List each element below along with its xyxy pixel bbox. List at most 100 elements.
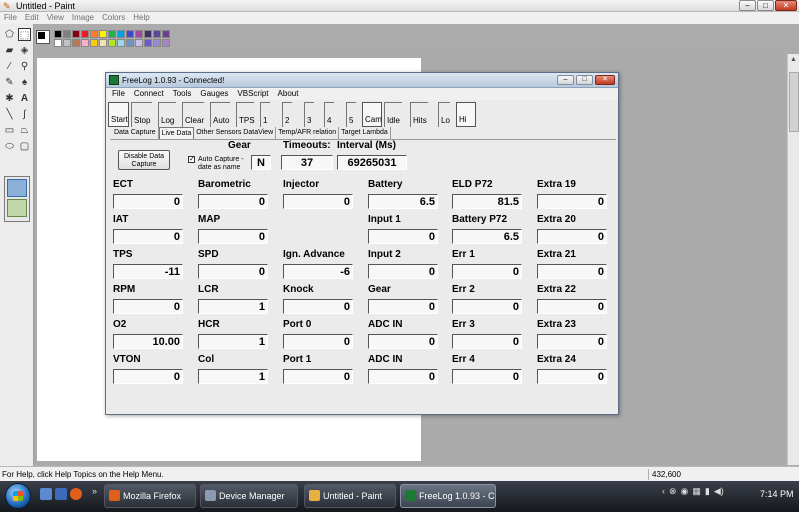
quicklaunch-more-icon[interactable]: » bbox=[92, 486, 97, 496]
swatch-turquoise[interactable] bbox=[117, 30, 125, 38]
tray-network-icon[interactable]: ▦ bbox=[692, 486, 701, 497]
slot-5-button[interactable]: 5 bbox=[346, 102, 356, 127]
swatch-slate[interactable] bbox=[144, 39, 152, 47]
tray-volume-icon[interactable]: ◀) bbox=[714, 486, 724, 497]
freelog-minimize-button[interactable]: – bbox=[557, 75, 574, 85]
tray-app-icon[interactable]: ◉ bbox=[681, 486, 689, 497]
menu-edit[interactable]: Edit bbox=[25, 12, 39, 24]
swatch-orchid[interactable] bbox=[162, 39, 170, 47]
line-icon[interactable]: ╲ bbox=[3, 108, 16, 121]
menu-help[interactable]: Help bbox=[133, 12, 149, 24]
lo-button[interactable]: Lo bbox=[438, 102, 450, 127]
transparent-option-icon[interactable] bbox=[7, 199, 27, 217]
stop-button[interactable]: Stop bbox=[131, 102, 152, 127]
fl-menu-gauges[interactable]: Gauges bbox=[200, 88, 228, 100]
switch-windows-icon[interactable] bbox=[55, 488, 67, 500]
free-select-icon[interactable]: ⬠ bbox=[3, 28, 16, 41]
freelog-close-button[interactable]: ✕ bbox=[595, 75, 615, 85]
menu-colors[interactable]: Colors bbox=[102, 12, 125, 24]
tps-button[interactable]: TPS bbox=[236, 102, 255, 127]
airbrush-icon[interactable]: ✱ bbox=[3, 92, 16, 105]
tab-temp-afr[interactable]: Temp/AFR relation bbox=[276, 127, 340, 139]
text-tool-icon[interactable]: A bbox=[18, 92, 31, 105]
swatch-indigo[interactable] bbox=[126, 30, 134, 38]
menu-file[interactable]: File bbox=[4, 12, 17, 24]
vertical-scrollbar[interactable]: ▲ bbox=[787, 54, 799, 465]
swatch-brown[interactable] bbox=[72, 39, 80, 47]
clock[interactable]: 7:14 PM bbox=[760, 489, 794, 499]
clear-button[interactable]: Clear bbox=[182, 102, 204, 127]
swatch-orange[interactable] bbox=[90, 30, 98, 38]
menu-view[interactable]: View bbox=[47, 12, 64, 24]
swatch-blue-gray[interactable] bbox=[126, 39, 134, 47]
swatch-silver[interactable] bbox=[63, 39, 71, 47]
fl-menu-connect[interactable]: Connect bbox=[134, 88, 164, 100]
swatch-yellow[interactable] bbox=[99, 30, 107, 38]
opaque-option-icon[interactable] bbox=[7, 179, 27, 197]
swatch-gold[interactable] bbox=[90, 39, 98, 47]
slot-2-button[interactable]: 2 bbox=[282, 102, 292, 127]
tab-live-data[interactable]: Live Data bbox=[158, 127, 195, 139]
tool-options[interactable] bbox=[4, 176, 30, 222]
swatch-gray[interactable] bbox=[63, 30, 71, 38]
curve-icon[interactable]: ∫ bbox=[18, 108, 31, 121]
swatch-lime[interactable] bbox=[108, 39, 116, 47]
taskbar-item[interactable]: Mozilla Firefox bbox=[104, 484, 196, 508]
fill-icon[interactable]: ◈ bbox=[18, 44, 31, 57]
eraser-icon[interactable]: ▰ bbox=[3, 44, 16, 57]
maximize-button[interactable]: □ bbox=[757, 0, 774, 11]
menu-image[interactable]: Image bbox=[72, 12, 94, 24]
hits-button[interactable]: Hits bbox=[410, 102, 428, 127]
tray-security-icon[interactable]: ⊗ bbox=[669, 486, 677, 497]
swatch-violet[interactable] bbox=[153, 30, 161, 38]
taskbar-item[interactable]: Device Manager bbox=[200, 484, 298, 508]
auto-button[interactable]: Auto bbox=[210, 102, 230, 127]
hi-button[interactable]: Hi bbox=[456, 102, 476, 127]
magnifier-icon[interactable]: ⚲ bbox=[18, 60, 31, 73]
log-button[interactable]: Log bbox=[158, 102, 176, 127]
swatch-purple[interactable] bbox=[135, 30, 143, 38]
scroll-up-icon[interactable]: ▲ bbox=[788, 54, 799, 66]
rect-select-icon[interactable]: ⬚ bbox=[18, 28, 31, 41]
polygon-icon[interactable]: ⏢ bbox=[18, 124, 31, 137]
rectangle-icon[interactable]: ▭ bbox=[3, 124, 16, 137]
taskbar-item[interactable]: FreeLog 1.0.93 - Co... bbox=[400, 484, 496, 508]
tray-expand-icon[interactable]: ‹ bbox=[662, 486, 665, 497]
start-button[interactable]: Start bbox=[108, 102, 129, 127]
minimize-button[interactable]: – bbox=[739, 0, 756, 11]
idle-button[interactable]: Idle bbox=[384, 102, 402, 127]
scroll-thumb[interactable] bbox=[789, 72, 799, 132]
swatch-green[interactable] bbox=[108, 30, 116, 38]
taskbar-item[interactable]: Untitled - Paint bbox=[304, 484, 396, 508]
fl-menu-about[interactable]: About bbox=[278, 88, 299, 100]
swatch-light-turquoise[interactable] bbox=[117, 39, 125, 47]
rounded-rect-icon[interactable]: ▢ bbox=[18, 140, 31, 153]
color-picker-icon[interactable]: ⁄ bbox=[3, 60, 16, 73]
start-button-icon[interactable] bbox=[5, 483, 31, 509]
swatch-plum[interactable] bbox=[162, 30, 170, 38]
swatch-black[interactable] bbox=[54, 30, 62, 38]
show-desktop-icon[interactable] bbox=[40, 488, 52, 500]
tab-target-lambda[interactable]: Target Lambda bbox=[339, 127, 391, 139]
close-button[interactable]: ✕ bbox=[775, 0, 797, 11]
slot-4-button[interactable]: 4 bbox=[324, 102, 334, 127]
swatch-dark-purple[interactable] bbox=[144, 30, 152, 38]
fl-menu-file[interactable]: File bbox=[112, 88, 125, 100]
swatch-white[interactable] bbox=[54, 39, 62, 47]
slot-1-button[interactable]: 1 bbox=[260, 102, 270, 127]
tab-other-sensors[interactable]: Other Sensors DataView bbox=[194, 127, 277, 139]
swatch-red[interactable] bbox=[81, 30, 89, 38]
swatch-maroon[interactable] bbox=[72, 30, 80, 38]
cam-button[interactable]: Cam bbox=[362, 102, 382, 127]
freelog-maximize-button[interactable]: □ bbox=[576, 75, 593, 85]
brush-icon[interactable]: ♠ bbox=[18, 76, 31, 89]
fl-menu-tools[interactable]: Tools bbox=[173, 88, 192, 100]
tab-data-capture[interactable]: Data Capture bbox=[112, 127, 159, 139]
swatch-pink[interactable] bbox=[81, 39, 89, 47]
ellipse-icon[interactable]: ⬭ bbox=[3, 140, 16, 153]
swatch-light-violet[interactable] bbox=[153, 39, 161, 47]
swatch-cream[interactable] bbox=[99, 39, 107, 47]
disable-data-capture-button[interactable]: Disable Data Capture bbox=[118, 150, 170, 170]
swatch-lavender[interactable] bbox=[135, 39, 143, 47]
tray-power-icon[interactable]: ▮ bbox=[705, 486, 710, 497]
